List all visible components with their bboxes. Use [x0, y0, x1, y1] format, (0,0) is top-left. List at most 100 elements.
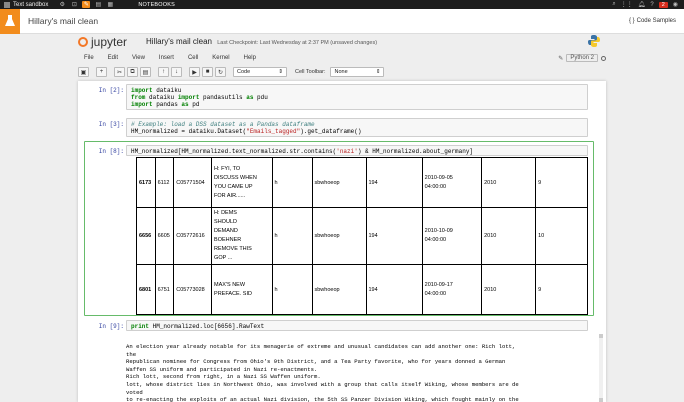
output-scrollbar[interactable]	[598, 334, 604, 402]
print-output: An election year already notable for its…	[126, 343, 588, 402]
cell-id: 6112	[154, 157, 175, 208]
notebook-icon[interactable]: ✎	[82, 1, 91, 8]
menu-insert[interactable]: Insert	[159, 55, 174, 61]
pencil-icon[interactable]: ✎	[558, 55, 563, 62]
grid-icon[interactable]: ⋮⋮	[621, 1, 633, 8]
menu-view[interactable]: View	[132, 55, 145, 61]
cell-from: h	[271, 157, 313, 208]
cell-subject: MAX'S NEW PREFACE. SID	[211, 264, 273, 315]
code-samples-button[interactable]: { } Code Samples	[629, 18, 676, 24]
cell-from: h	[271, 264, 313, 315]
cell-to: sbwhoeop	[311, 264, 367, 315]
cell-year: 2010	[481, 207, 537, 265]
menu-help[interactable]: Help	[244, 55, 256, 61]
cell-doc-number: C05772616	[173, 207, 213, 265]
code-token: pd	[188, 101, 200, 108]
cell-doc-number: C05773028	[173, 264, 213, 315]
cell-type-value: Code	[237, 69, 251, 75]
code-line: import dataiku	[131, 87, 583, 94]
bell-icon[interactable]: 🔔︎	[638, 1, 646, 8]
help-icon[interactable]: ?	[650, 2, 653, 8]
code-token: ) & HM_normalized.about_germany]	[357, 148, 474, 155]
dashboard-icon[interactable]: ▦	[106, 1, 114, 8]
cell-sender-id: 194	[365, 207, 423, 265]
cell-prompt: In [9]:	[98, 323, 124, 330]
notebook-title-text: Hillary's mail clean	[146, 37, 212, 46]
menu-file[interactable]: File	[84, 55, 94, 61]
cell-date: 2010-09-17 04:00:00	[421, 264, 483, 315]
cell-text-line: YOU CAME UP	[214, 183, 253, 190]
app-name[interactable]: Text sandbox	[13, 2, 48, 8]
cell-from: h	[271, 207, 313, 265]
cell-toolbar-select[interactable]: None ⇕	[330, 67, 385, 77]
stop-icon[interactable]: ■	[202, 67, 213, 77]
jupyter-logo[interactable]: jupyter	[78, 35, 127, 49]
app-icon[interactable]	[4, 1, 10, 8]
notebooks-label[interactable]: NOTEBOOKS	[138, 2, 175, 8]
code-token: pdu	[253, 94, 268, 101]
row-index: 6656	[136, 207, 156, 265]
cell-toolbar-value: None	[334, 69, 348, 75]
user-icon[interactable]: ◉	[673, 1, 678, 8]
recipe-icon[interactable]: ⊡	[70, 1, 78, 8]
cell-text-line: 04:00:00	[424, 290, 447, 297]
copy-icon[interactable]: ⧉	[127, 67, 138, 77]
code-line: print HM_normalized.loc[6656].RawText	[131, 323, 583, 330]
notebook-title[interactable]: Hillary's mail clean Last Checkpoint: La…	[146, 37, 377, 46]
insert-cell-icon[interactable]: +	[96, 67, 107, 77]
restart-icon[interactable]: ↻	[215, 67, 226, 77]
notebook-name[interactable]: Hillary's mail clean	[28, 16, 98, 26]
cell-text-line: MAX'S NEW	[214, 281, 246, 288]
cell-doc-number: C05771504	[173, 157, 213, 208]
analysis-icon[interactable]: ▤	[94, 1, 102, 8]
python-logo-icon	[588, 35, 600, 47]
output-table: 6173 6112 C05771504 H: FYI, TO DISCUSS WHEN Y…	[136, 157, 588, 315]
menu-kernel[interactable]: Kernel	[212, 55, 229, 61]
code-cell-input[interactable]: HM_normalized[HM_normalized.text_normali…	[126, 145, 588, 156]
code-cell-input[interactable]: # Example: load a DSS dataset as a Panda…	[126, 118, 588, 137]
cell-text-line: 2010-09-05	[424, 174, 453, 181]
run-icon[interactable]: ▶	[189, 67, 200, 77]
jupyter-header: jupyter Hillary's mail clean Last Checkp…	[0, 35, 684, 49]
menu-cell[interactable]: Cell	[188, 55, 198, 61]
cell-text-line: SHOULD	[214, 219, 237, 225]
cell-text-line: FOR AIR......	[214, 192, 246, 199]
topbar-right: ⌕ ⋮⋮ 🔔︎ ? 2 ◉	[612, 1, 678, 8]
code-token: dataiku	[152, 87, 182, 94]
code-token: # Example: load a DSS dataset as a Panda…	[131, 121, 315, 128]
cell-text-line: H: DEMS	[214, 210, 237, 216]
code-cell-input[interactable]: print HM_normalized.loc[6656].RawText	[126, 320, 588, 331]
code-token: HM_normalized = dataiku.Dataset(	[131, 128, 247, 135]
move-down-icon[interactable]: ↓	[171, 67, 182, 77]
flow-icon[interactable]: ⚙	[58, 1, 66, 8]
cell-prompt: In [8]:	[98, 148, 124, 155]
kernel-name[interactable]: Python 2	[566, 54, 598, 62]
paste-icon[interactable]: ▤	[140, 67, 151, 77]
code-samples-label: Code Samples	[636, 18, 676, 24]
cell-type-select[interactable]: Code ⇕	[233, 67, 287, 77]
output-line: lott, whose district lies in Northwest O…	[126, 380, 519, 388]
save-icon[interactable]: ▣	[78, 67, 89, 77]
code-token: pandas	[152, 101, 182, 108]
flask-icon	[0, 8, 20, 34]
output-table-body: 6173 6112 C05771504 H: FYI, TO DISCUSS WHEN Y…	[136, 157, 588, 315]
chevron-down-icon: ⇕	[278, 69, 283, 75]
menu-edit[interactable]: Edit	[108, 55, 118, 61]
cell-text-line: H: FYI, TO	[214, 165, 241, 172]
code-token: HM_normalized.loc[6656].RawText	[149, 323, 265, 330]
search-icon[interactable]: ⌕	[612, 1, 615, 8]
code-token: 'nazi'	[336, 148, 358, 155]
code-cell-input[interactable]: import dataiku from dataiku import pandas…	[126, 84, 588, 110]
cell-month: 9	[535, 157, 588, 208]
notebook-toolbar: ▣ + ✂ ⧉ ▤ ↑ ↓ ▶ ■ ↻ Code ⇕ Cell Toolbar:…	[78, 66, 606, 78]
cell-year: 2010	[481, 264, 537, 315]
move-up-icon[interactable]: ↑	[158, 67, 169, 77]
brackets-icon: { }	[628, 18, 635, 24]
output-line: the	[126, 350, 137, 358]
code-token: "Emails_tagged"	[246, 128, 301, 135]
cell-text-line: 04:00:00	[424, 183, 447, 190]
output-line: An election year already notable for its…	[126, 343, 516, 350]
notification-badge[interactable]: 2	[658, 1, 668, 8]
cell-text-line: PREFACE. SID	[214, 290, 252, 297]
cut-icon[interactable]: ✂	[114, 67, 125, 77]
